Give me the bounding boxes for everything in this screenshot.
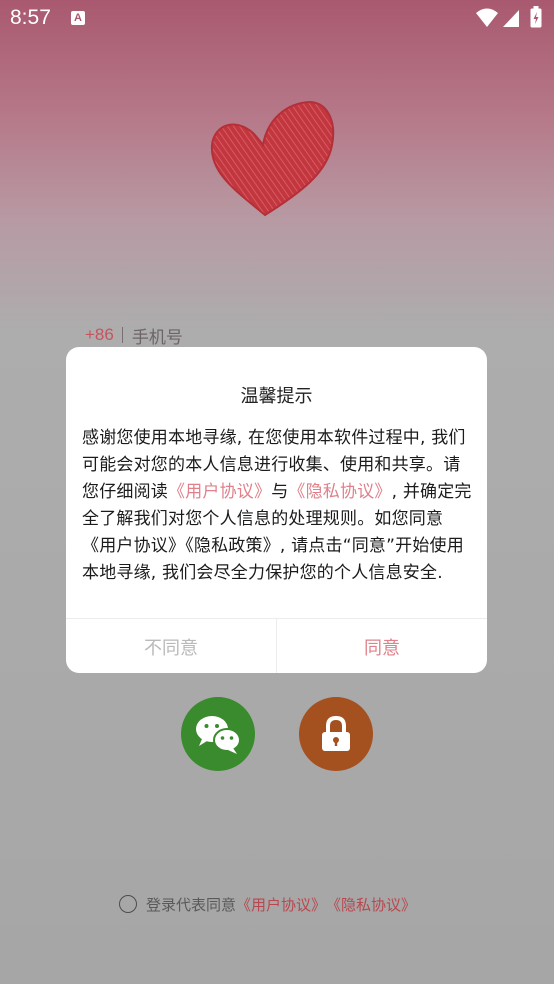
wechat-login-button[interactable] xyxy=(181,697,255,771)
dialog-buttons: 不同意 同意 xyxy=(66,618,487,673)
wifi-icon xyxy=(476,8,498,27)
lock-icon xyxy=(322,715,350,751)
agreement-radio[interactable] xyxy=(119,895,137,913)
disagree-button[interactable]: 不同意 xyxy=(66,619,277,673)
dialog-user-agreement-link[interactable]: 《用户协议》 xyxy=(168,482,271,502)
signal-icon xyxy=(503,10,519,27)
agreement-text: 登录代表同意 xyxy=(146,895,237,914)
dialog-body: 感谢您使用本地寻缘, 在您使用本软件过程中, 我们可能会对您的本人信息进行收集、… xyxy=(82,425,472,587)
divider xyxy=(121,327,123,343)
phone-input-row[interactable]: +86 手机号 xyxy=(85,322,183,348)
dialog-privacy-agreement-link[interactable]: 《隐私协议》 xyxy=(288,482,391,502)
agree-button[interactable]: 同意 xyxy=(277,619,487,673)
status-bar: 8:57 A xyxy=(0,0,554,38)
heart-logo xyxy=(210,100,335,217)
dialog-and-text: 与 xyxy=(271,482,289,502)
agreement-row: 登录代表同意 《用户协议》 《隐私协议》 xyxy=(119,892,416,916)
country-code[interactable]: +86 xyxy=(85,325,114,345)
battery-icon xyxy=(530,6,542,28)
status-time: 8:57 xyxy=(10,6,51,29)
phone-input[interactable]: 手机号 xyxy=(132,323,183,348)
notification-icon: A xyxy=(71,11,85,25)
user-agreement-link[interactable]: 《用户协议》 xyxy=(236,894,326,915)
dialog-title: 温馨提示 xyxy=(240,386,313,407)
login-screen: 8:57 A +86 手机号 登录代表同意 《用户协议》 《隐私协议》 温馨提示… xyxy=(0,0,554,984)
privacy-agreement-link[interactable]: 《隐私协议》 xyxy=(326,894,416,915)
privacy-dialog: 温馨提示 感谢您使用本地寻缘, 在您使用本软件过程中, 我们可能会对您的本人信息… xyxy=(66,347,487,673)
password-login-button[interactable] xyxy=(299,697,373,771)
wechat-icon xyxy=(196,716,241,754)
